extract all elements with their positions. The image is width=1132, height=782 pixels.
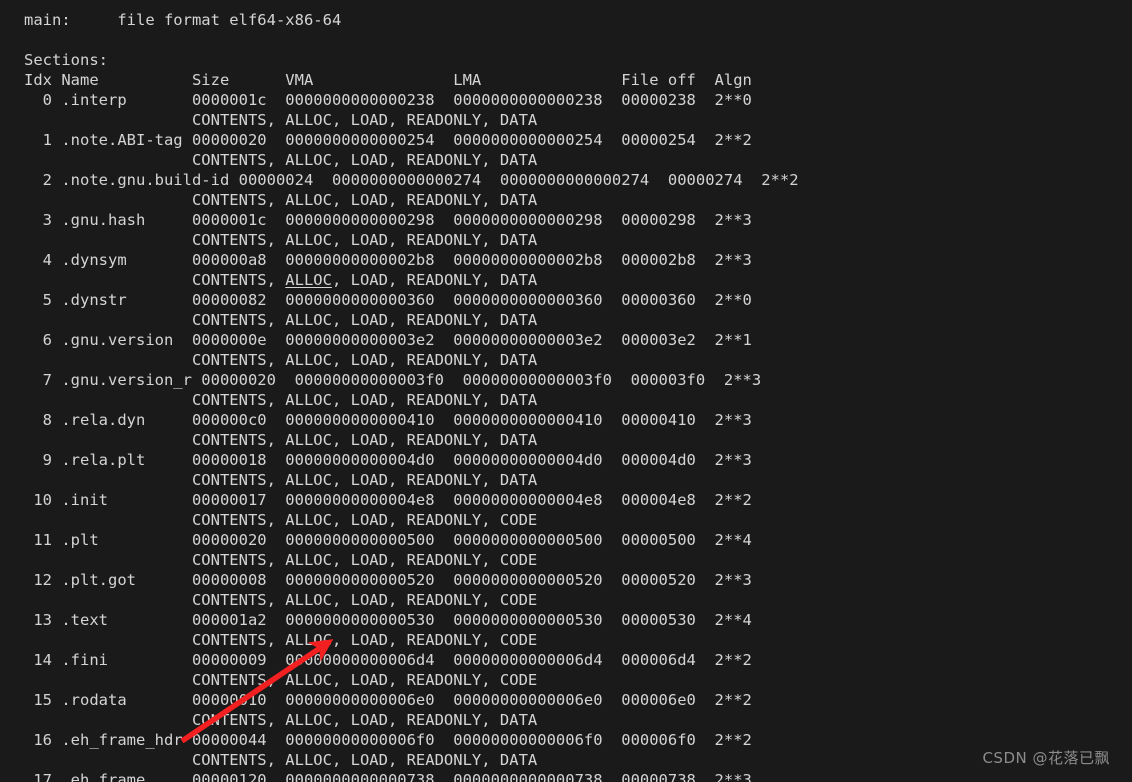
section-flags-row: CONTENTS, ALLOC, LOAD, READONLY, CODE [24,551,538,569]
section-flags-row: CONTENTS, ALLOC, LOAD, READONLY, DATA [24,231,538,249]
section-flags-row: CONTENTS, ALLOC, LOAD, READONLY, DATA [24,431,538,449]
section-flags-row: CONTENTS, ALLOC, LOAD, READONLY, DATA [24,351,538,369]
section-flags-row: CONTENTS, ALLOC, LOAD, READONLY, DATA [24,151,538,169]
section-flags-row: CONTENTS, ALLOC, LOAD, READONLY, DATA [24,311,538,329]
section-row: 0 .interp 0000001c 0000000000000238 0000… [24,91,752,109]
terminal-screen: main: file format elf64-x86-64 Sections:… [0,0,1132,782]
section-flags-row-underlined: CONTENTS, ALLOC, LOAD, READONLY, DATA [0,270,1132,290]
section-row: 11 .plt 00000020 0000000000000500 000000… [24,531,752,549]
section-row: 9 .rela.plt 00000018 00000000000004d0 00… [24,451,752,469]
section-flags-row: CONTENTS, ALLOC, LOAD, READONLY, DATA [24,751,538,769]
csdn-watermark: CSDN @花落已飘 [982,749,1110,767]
section-flags-row: CONTENTS, ALLOC, LOAD, READONLY, DATA [24,191,538,209]
section-row: 16 .eh_frame_hdr 00000044 00000000000006… [24,731,752,749]
section-row: 14 .fini 00000009 00000000000006d4 00000… [24,651,752,669]
section-flags-row: CONTENTS, ALLOC, LOAD, READONLY, DATA [24,391,538,409]
section-row: 5 .dynstr 00000082 0000000000000360 0000… [24,291,752,309]
section-row: 15 .rodata 00000010 00000000000006e0 000… [24,691,752,709]
objdump-output[interactable]: main: file format elf64-x86-64 Sections:… [0,0,1132,782]
section-flags-row: CONTENTS, ALLOC, LOAD, READONLY, DATA [24,711,538,729]
section-row: 13 .text 000001a2 0000000000000530 00000… [24,611,752,629]
section-row: 8 .rela.dyn 000000c0 0000000000000410 00… [24,411,752,429]
section-flags-row: CONTENTS, ALLOC, LOAD, READONLY, CODE [24,671,538,689]
section-row: 3 .gnu.hash 0000001c 0000000000000298 00… [24,211,752,229]
section-row: 1 .note.ABI-tag 00000020 000000000000025… [24,131,752,149]
file-format-line: main: file format elf64-x86-64 [24,11,342,29]
section-row: 6 .gnu.version 0000000e 00000000000003e2… [24,331,752,349]
section-flags-row: CONTENTS, ALLOC, LOAD, READONLY, CODE [24,511,538,529]
section-flags-row: CONTENTS, ALLOC, LOAD, READONLY, CODE [24,591,538,609]
section-row: 10 .init 00000017 00000000000004e8 00000… [24,491,752,509]
section-flags-row: CONTENTS, ALLOC, LOAD, READONLY, CODE [24,631,538,649]
flags-prefix: CONTENTS, [24,271,286,289]
sections-label: Sections: [24,51,108,69]
column-header-row: Idx Name Size VMA LMA File off Algn [24,71,752,89]
flags-suffix: , LOAD, READONLY, DATA [331,271,538,289]
section-row: 17 .eh_frame 00000120 0000000000000738 0… [24,771,752,782]
section-row: 4 .dynsym 000000a8 00000000000002b8 0000… [24,251,752,269]
section-flags-row: CONTENTS, ALLOC, LOAD, READONLY, DATA [24,111,538,129]
section-row: 2 .note.gnu.build-id 00000024 0000000000… [24,171,799,189]
section-flags-row: CONTENTS, ALLOC, LOAD, READONLY, DATA [24,471,538,489]
alloc-flag-underlined: ALLOC [285,271,332,289]
section-row: 7 .gnu.version_r 00000020 00000000000003… [24,371,762,389]
section-row: 12 .plt.got 00000008 0000000000000520 00… [24,571,752,589]
